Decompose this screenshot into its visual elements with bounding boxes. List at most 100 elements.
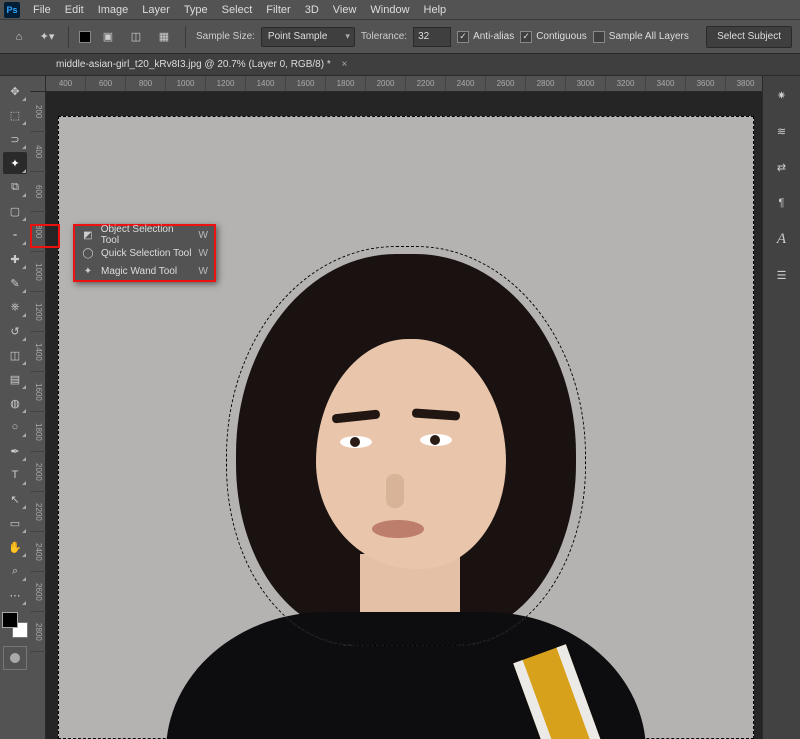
tool-brush[interactable]: ✎ xyxy=(3,272,27,294)
sample-all-checkbox[interactable]: Sample All Layers xyxy=(593,31,689,43)
ruler-corner xyxy=(30,76,46,92)
contiguous-checkbox[interactable]: ✓Contiguous xyxy=(520,31,587,43)
menu-view[interactable]: View xyxy=(326,2,364,18)
panel-paragraph-icon[interactable]: ¶ xyxy=(771,192,793,214)
ruler-tick: 1400 xyxy=(30,332,46,372)
selection-int-icon[interactable]: ▦ xyxy=(153,26,175,48)
document-tab[interactable]: middle-asian-girl_t20_kRv8I3.jpg @ 20.7%… xyxy=(46,56,357,73)
sample-all-label: Sample All Layers xyxy=(609,31,689,42)
tool-path[interactable]: ↖ xyxy=(3,488,27,510)
tool-heal[interactable]: ✚ xyxy=(3,248,27,270)
selection-new-icon[interactable] xyxy=(79,31,91,43)
ruler-tick: 800 xyxy=(30,212,46,252)
ruler-tick: 1800 xyxy=(30,412,46,452)
ruler-tick: 1200 xyxy=(206,76,246,91)
ruler-tick: 1600 xyxy=(30,372,46,412)
ruler-tick: 1000 xyxy=(30,252,46,292)
tool-eraser[interactable]: ◫ xyxy=(3,344,27,366)
tool-type[interactable]: T xyxy=(3,464,27,486)
tool-blur[interactable]: ◍ xyxy=(3,392,27,414)
quick-mask-toggle[interactable] xyxy=(3,646,27,670)
tool-flyout-menu: ◩ Object Selection Tool W ◯ Quick Selection … xyxy=(73,224,216,282)
subject-selection-ants xyxy=(226,246,586,646)
tool-history[interactable]: ↺ xyxy=(3,320,27,342)
ruler-tick: 3800 xyxy=(726,76,762,91)
flyout-item[interactable]: ✦Magic Wand ToolW xyxy=(75,262,214,280)
document-canvas[interactable] xyxy=(58,116,754,739)
flyout-item[interactable]: ◯Quick Selection ToolW xyxy=(75,244,214,262)
menu-window[interactable]: Window xyxy=(363,2,416,18)
menu-layer[interactable]: Layer xyxy=(135,2,177,18)
tool-lasso[interactable]: ⊃ xyxy=(3,128,27,150)
tool-icon: ◯ xyxy=(81,248,95,259)
foreground-background-swatch[interactable] xyxy=(2,612,28,638)
tool-gradient[interactable]: ▤ xyxy=(3,368,27,390)
selection-add-icon[interactable]: ▣ xyxy=(97,26,119,48)
menu-edit[interactable]: Edit xyxy=(58,2,91,18)
tool-icon: ◩ xyxy=(81,230,95,241)
select-subject-button[interactable]: Select Subject xyxy=(706,26,792,48)
tool-more[interactable]: ⋯ xyxy=(3,584,27,606)
ruler-tick: 3600 xyxy=(686,76,726,91)
menu-file[interactable]: File xyxy=(26,2,58,18)
tool-dodge[interactable]: ○ xyxy=(3,416,27,438)
sample-size-select[interactable]: Point Sample xyxy=(261,27,355,47)
tool-frame[interactable]: ▢ xyxy=(3,200,27,222)
tolerance-label: Tolerance: xyxy=(361,31,407,42)
menu-help[interactable]: Help xyxy=(417,2,454,18)
flyout-item[interactable]: ◩ Object Selection Tool W xyxy=(75,226,214,244)
options-bar: ⌂ ✦▾ ▣ ◫ ▦ Sample Size: Point Sample Tol… xyxy=(0,20,800,54)
ruler-tick: 600 xyxy=(86,76,126,91)
ruler-tick: 1400 xyxy=(246,76,286,91)
panel-properties-icon[interactable]: ☰ xyxy=(771,264,793,286)
ruler-tick: 2400 xyxy=(30,532,46,572)
flyout-shortcut: W xyxy=(199,230,208,241)
tool-stamp[interactable]: ⎈ xyxy=(3,296,27,318)
selection-sub-icon[interactable]: ◫ xyxy=(125,26,147,48)
tool-eyedrop[interactable]: ⁃ xyxy=(3,224,27,246)
horizontal-ruler: 4006008001000120014001600180020002200240… xyxy=(46,76,762,92)
tool-crop[interactable]: ⧉ xyxy=(3,176,27,198)
tool-hand[interactable]: ✋ xyxy=(3,536,27,558)
close-icon[interactable]: × xyxy=(342,59,348,70)
menu-type[interactable]: Type xyxy=(177,2,215,18)
ruler-tick: 1200 xyxy=(30,292,46,332)
tool-preset-icon[interactable]: ✦▾ xyxy=(36,26,58,48)
panel-brushes-icon[interactable]: ≋ xyxy=(771,120,793,142)
anti-alias-label: Anti-alias xyxy=(473,31,514,42)
home-icon[interactable]: ⌂ xyxy=(8,26,30,48)
canvas-area: 4006008001000120014001600180020002200240… xyxy=(30,76,762,739)
ruler-tick: 2000 xyxy=(30,452,46,492)
menu-select[interactable]: Select xyxy=(215,2,260,18)
menu-3d[interactable]: 3D xyxy=(298,2,326,18)
flyout-label: Object Selection Tool xyxy=(101,224,193,246)
ruler-tick: 2600 xyxy=(30,572,46,612)
menu-image[interactable]: Image xyxy=(91,2,136,18)
menu-bar: Ps File Edit Image Layer Type Select Fil… xyxy=(0,0,800,20)
tolerance-input[interactable]: 32 xyxy=(413,27,451,47)
anti-alias-checkbox[interactable]: ✓Anti-alias xyxy=(457,31,514,43)
panel-adjust-icon[interactable]: ⇄ xyxy=(771,156,793,178)
tool-zoom[interactable]: ⌕ xyxy=(3,560,27,582)
ruler-tick: 2000 xyxy=(366,76,406,91)
tool-move[interactable]: ✥ xyxy=(3,80,27,102)
tool-icon: ✦ xyxy=(81,266,95,277)
ruler-tick: 200 xyxy=(30,92,46,132)
tool-pen[interactable]: ✒ xyxy=(3,440,27,462)
ruler-tick: 400 xyxy=(30,132,46,172)
ruler-tick: 1800 xyxy=(326,76,366,91)
document-title: middle-asian-girl_t20_kRv8I3.jpg @ 20.7%… xyxy=(56,59,331,70)
panel-character-icon[interactable]: A xyxy=(771,228,793,250)
ruler-tick: 2200 xyxy=(30,492,46,532)
tools-panel: ✥⬚⊃✦⧉▢⁃✚✎⎈↺◫▤◍○✒T↖▭✋⌕⋯ xyxy=(0,76,30,739)
menu-filter[interactable]: Filter xyxy=(259,2,297,18)
flyout-label: Magic Wand Tool xyxy=(101,266,177,277)
tool-shape[interactable]: ▭ xyxy=(3,512,27,534)
photo-subject xyxy=(176,254,636,739)
ruler-tick: 600 xyxy=(30,172,46,212)
panel-color-icon[interactable]: ✷ xyxy=(771,84,793,106)
flyout-label: Quick Selection Tool xyxy=(101,248,191,259)
tool-marquee[interactable]: ⬚ xyxy=(3,104,27,126)
ruler-tick: 1000 xyxy=(166,76,206,91)
tool-wand[interactable]: ✦ xyxy=(3,152,27,174)
